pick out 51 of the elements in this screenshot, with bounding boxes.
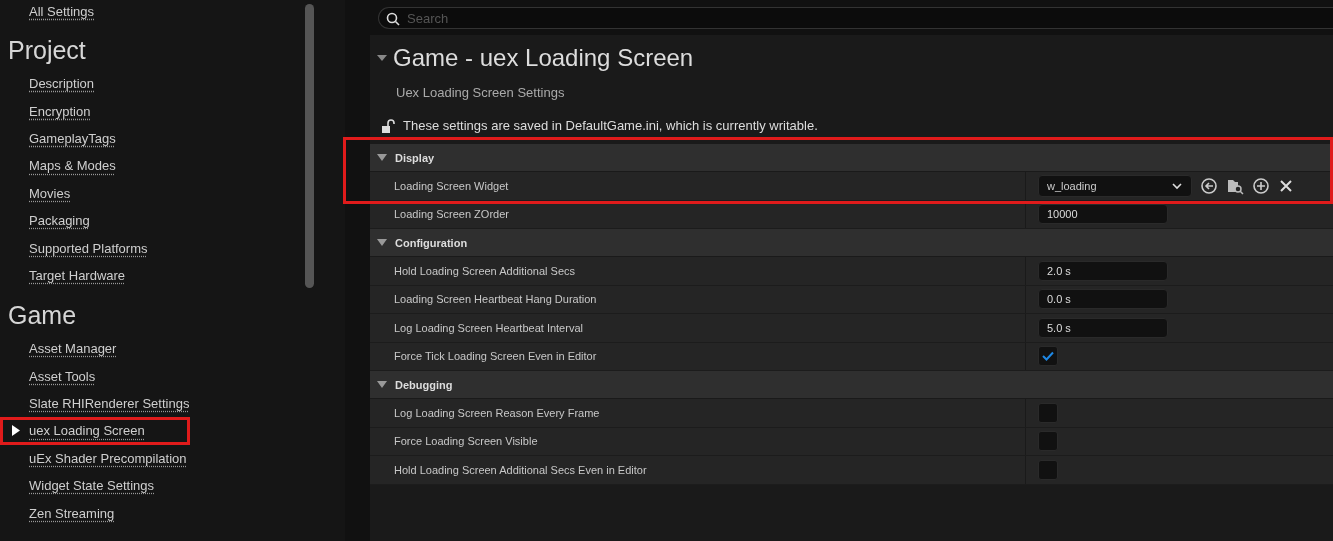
category-header[interactable]: Display — [370, 144, 1333, 172]
checkmark-icon — [1041, 349, 1055, 364]
add-icon[interactable] — [1252, 176, 1270, 195]
sidebar-link[interactable]: Movies — [29, 185, 71, 201]
close-icon[interactable] — [1278, 177, 1294, 194]
asset-dropdown[interactable]: w_loading — [1038, 174, 1192, 197]
sidebar-link[interactable]: uex Loading Screen — [29, 423, 145, 439]
unlocked-padlock-icon — [381, 118, 395, 133]
search-field[interactable]: Search — [378, 7, 1333, 29]
sidebar-link[interactable]: Supported Platforms — [29, 240, 148, 256]
sidebar-link[interactable]: GameplayTags — [29, 130, 116, 146]
sidebar-link[interactable]: Asset Manager — [29, 341, 117, 357]
scrollbar[interactable] — [305, 4, 314, 288]
sidebar-link[interactable]: Zen Streaming — [29, 505, 115, 521]
property-label: Loading Screen ZOrder — [370, 200, 1026, 228]
property-label: Log Loading Screen Heartbeat Interval — [370, 314, 1026, 342]
category-header[interactable]: Debugging — [370, 371, 1333, 399]
sidebar-link[interactable]: Slate RHIRenderer Settings — [29, 396, 190, 412]
caret-icon — [1171, 181, 1183, 190]
property-label: Loading Screen Widget — [370, 172, 1026, 200]
sidebar-link[interactable]: Description — [29, 76, 95, 92]
sidebar-link[interactable]: Widget State Settings — [29, 478, 154, 494]
checkbox[interactable] — [1038, 346, 1058, 367]
section-heading: Project — [8, 36, 87, 66]
sidebar-link[interactable]: uEx Shader Precompilation — [29, 450, 187, 466]
sidebar-link[interactable]: Maps & Modes — [29, 158, 116, 174]
property-label: Hold Loading Screen Additional Secs Even in Editor — [370, 456, 1026, 484]
property-label: Force Loading Screen Visible — [370, 427, 1026, 455]
checkbox[interactable] — [1038, 459, 1058, 480]
property-label: Log Loading Screen Reason Every Frame — [370, 399, 1026, 427]
notice-text: These settings are saved in DefaultGame.ini, which is currently writable. — [403, 118, 818, 133]
sidebar-link[interactable]: Encryption — [29, 103, 91, 119]
sidebar-link[interactable]: All Settings — [29, 4, 345, 24]
section-heading: Game — [8, 301, 78, 332]
sidebar-link[interactable]: Packaging — [29, 213, 90, 229]
value-field[interactable]: 10000 — [1038, 204, 1168, 225]
value-field[interactable]: 2.0 s — [1038, 260, 1168, 281]
property-label: Loading Screen Heartbeat Hang Duration — [370, 285, 1026, 313]
property-label: Force Tick Loading Screen Even in Editor — [370, 342, 1026, 370]
checkbox[interactable] — [1038, 431, 1058, 452]
value-field[interactable]: 0.0 s — [1038, 289, 1168, 310]
property-label: Hold Loading Screen Additional Secs — [370, 257, 1026, 285]
value-field[interactable]: 5.0 s — [1038, 317, 1168, 338]
page-title: Game - uex Loading Screen — [393, 44, 694, 72]
checkbox[interactable] — [1038, 402, 1058, 423]
collapse-arrow-icon[interactable] — [377, 54, 387, 62]
arrow-icon — [12, 425, 20, 437]
page-subtitle: Uex Loading Screen Settings — [395, 84, 566, 100]
sidebar-link[interactable]: Asset Tools — [29, 368, 96, 384]
category-header[interactable]: Configuration — [370, 229, 1333, 257]
sidebar-link[interactable]: Target Hardware — [29, 267, 126, 283]
